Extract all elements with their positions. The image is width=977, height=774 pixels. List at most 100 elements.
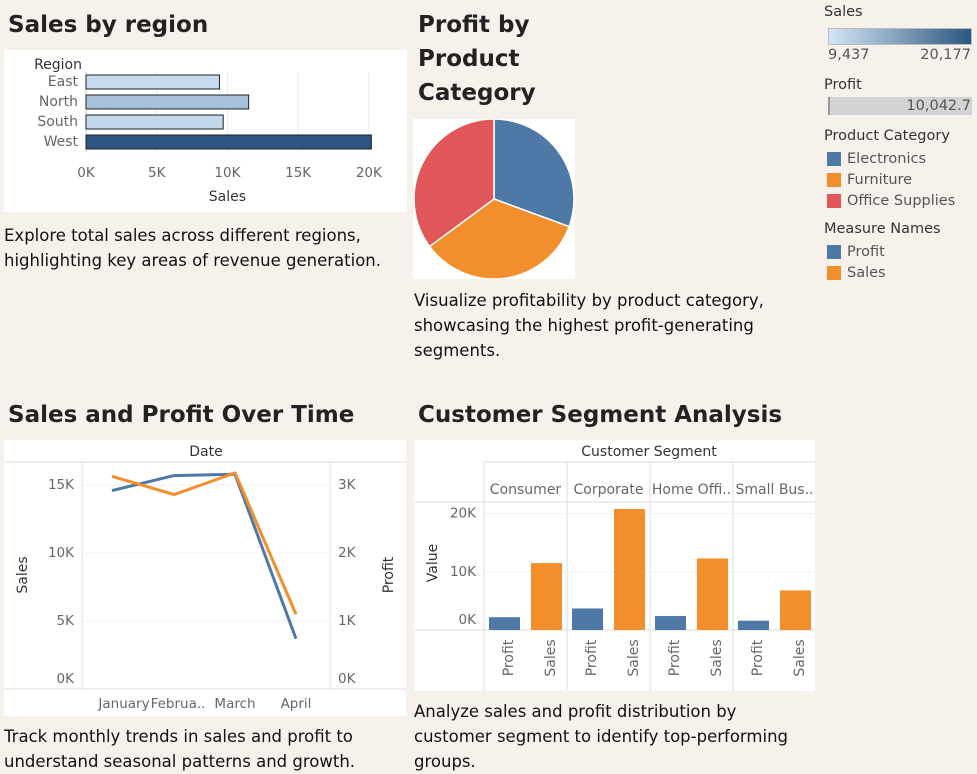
region-chart-panel: Region East North South West 0K 5K 10K 15K 20K Sal…	[4, 50, 407, 212]
x-tick-label: 0K	[77, 165, 96, 181]
profit-legend-title: Profit	[824, 77, 862, 93]
measure-label: Profit	[501, 639, 517, 676]
segment-bar-chart[interactable]: Customer Segment 0K 10K 20K Value Consumer Pro…	[414, 440, 817, 691]
measure-legend-items: Profit Sales	[827, 241, 886, 283]
segment-label: Small Bus..	[735, 482, 813, 498]
x-tick-label: January	[97, 696, 149, 712]
series-line-profit[interactable]	[111, 471, 298, 615]
segment-bar-sales[interactable]	[531, 563, 562, 630]
left-tick-label: 15K	[48, 477, 75, 493]
description-line: understand seasonal patterns and growth.	[4, 752, 356, 771]
region-label: West	[44, 134, 79, 150]
x-tick-label: 15K	[285, 165, 312, 181]
time-chart-description: Track monthly trends in sales and profit…	[4, 724, 355, 774]
x-tick-label: 5K	[148, 165, 167, 181]
segment-header: Customer Segment	[581, 444, 717, 460]
legend-label: Sales	[847, 264, 886, 281]
right-axis-title: Profit	[381, 556, 397, 593]
segment-bar-profit[interactable]	[572, 608, 603, 630]
region-bar[interactable]	[85, 114, 224, 130]
region-header: Region	[34, 57, 82, 73]
right-tick-label: 0K	[338, 671, 357, 687]
segment-label: Consumer	[490, 482, 562, 498]
sales-legend-max: 20,177	[920, 47, 971, 63]
category-pie-chart[interactable]	[413, 118, 575, 280]
left-tick-label: 5K	[57, 613, 76, 629]
region-label: East	[48, 74, 79, 90]
x-axis-title: Sales	[209, 189, 246, 205]
legend-label: Office Supplies	[847, 192, 956, 209]
measure-legend-item[interactable]: Sales	[827, 262, 886, 283]
category-legend-title: Product Category	[824, 128, 950, 144]
region-label: North	[39, 94, 78, 110]
region-chart-title: Sales by region	[8, 12, 209, 38]
measure-legend-title: Measure Names	[824, 221, 941, 237]
right-tick-label: 3K	[338, 477, 357, 493]
time-chart-panel: Date 0K 5K 10K 15K 0K 1K 2K 3K Sales Profit January…	[4, 440, 406, 716]
region-bar-chart[interactable]: RegionEast North South West 0K 5K 10K 15K 20K Sal…	[4, 50, 407, 212]
legend-label: Profit	[847, 243, 885, 260]
segment-bar-sales[interactable]	[780, 590, 811, 630]
category-chart-title: Profit by Product Category	[418, 8, 536, 110]
left-tick-label: 10K	[48, 545, 75, 561]
legend-label: Electronics	[847, 150, 927, 167]
description-line: Track monthly trends in sales and profit…	[4, 727, 353, 746]
profit-legend-value: 10,042.7	[906, 98, 971, 114]
x-tick-label: Februa..	[151, 696, 206, 712]
x-tick-label: March	[214, 696, 255, 712]
y-axis-title: Value	[425, 544, 441, 582]
category-chart-description: Visualize profitability by product categ…	[414, 288, 764, 363]
segment-label: Corporate	[574, 482, 644, 498]
segment-bar-sales[interactable]	[697, 558, 728, 630]
legend-swatch	[827, 151, 841, 166]
description-line: highlighting key areas of revenue genera…	[4, 251, 381, 270]
region-bar[interactable]	[85, 94, 250, 110]
right-tick-label: 2K	[338, 545, 357, 561]
left-axis-title: Sales	[15, 556, 31, 593]
left-tick-label: 0K	[57, 671, 76, 687]
sales-legend-min: 9,437	[828, 47, 870, 63]
sales-legend-title: Sales	[824, 4, 863, 20]
measure-label: Sales	[792, 639, 808, 676]
segment-chart-description: Analyze sales and profit distribution by…	[414, 699, 788, 774]
series-line-sales[interactable]	[111, 472, 298, 640]
segment-bar-profit[interactable]	[738, 620, 769, 630]
description-line: Explore total sales across different reg…	[4, 226, 361, 245]
description-line: Analyze sales and profit distribution by	[414, 702, 737, 721]
legend-label: Furniture	[847, 171, 913, 188]
x-tick-label: 20K	[356, 165, 383, 181]
measure-label: Sales	[543, 639, 559, 676]
category-legend-item[interactable]: Electronics	[827, 148, 955, 169]
measure-label: Profit	[584, 639, 600, 676]
description-line: showcasing the highest profit-generating	[414, 316, 754, 335]
description-line: groups.	[414, 752, 476, 771]
measure-label: Profit	[750, 639, 766, 676]
legend-swatch	[827, 265, 841, 280]
time-chart-title: Sales and Profit Over Time	[8, 402, 355, 428]
measure-label: Sales	[626, 639, 642, 676]
segment-chart-title: Customer Segment Analysis	[418, 402, 783, 428]
title-line: Category	[418, 80, 536, 106]
region-bar[interactable]	[85, 74, 220, 90]
legend-swatch	[827, 244, 841, 259]
measure-label: Sales	[709, 639, 725, 676]
region-label: South	[37, 114, 78, 130]
segment-bar-profit[interactable]	[655, 616, 686, 630]
category-legend-items: Electronics Furniture Office Supplies	[827, 148, 955, 211]
segment-bar-sales[interactable]	[614, 508, 645, 630]
region-chart-description: Explore total sales across different reg…	[4, 223, 381, 273]
legend-swatch	[827, 172, 841, 187]
x-tick-label: 10K	[214, 165, 241, 181]
sales-color-ramp	[828, 28, 972, 45]
segment-bar-profit[interactable]	[489, 617, 520, 630]
right-tick-label: 1K	[338, 613, 357, 629]
region-bar[interactable]	[85, 134, 372, 150]
legend-swatch	[827, 193, 841, 208]
time-line-chart[interactable]: Date 0K 5K 10K 15K 0K 1K 2K 3K Sales Profit January…	[4, 440, 406, 716]
measure-legend-item[interactable]: Profit	[827, 241, 886, 262]
category-legend-item[interactable]: Office Supplies	[827, 190, 955, 211]
y-tick-label: 10K	[450, 564, 477, 580]
x-tick-label: April	[281, 696, 312, 712]
title-line: Product	[418, 46, 520, 72]
category-legend-item[interactable]: Furniture	[827, 169, 955, 190]
